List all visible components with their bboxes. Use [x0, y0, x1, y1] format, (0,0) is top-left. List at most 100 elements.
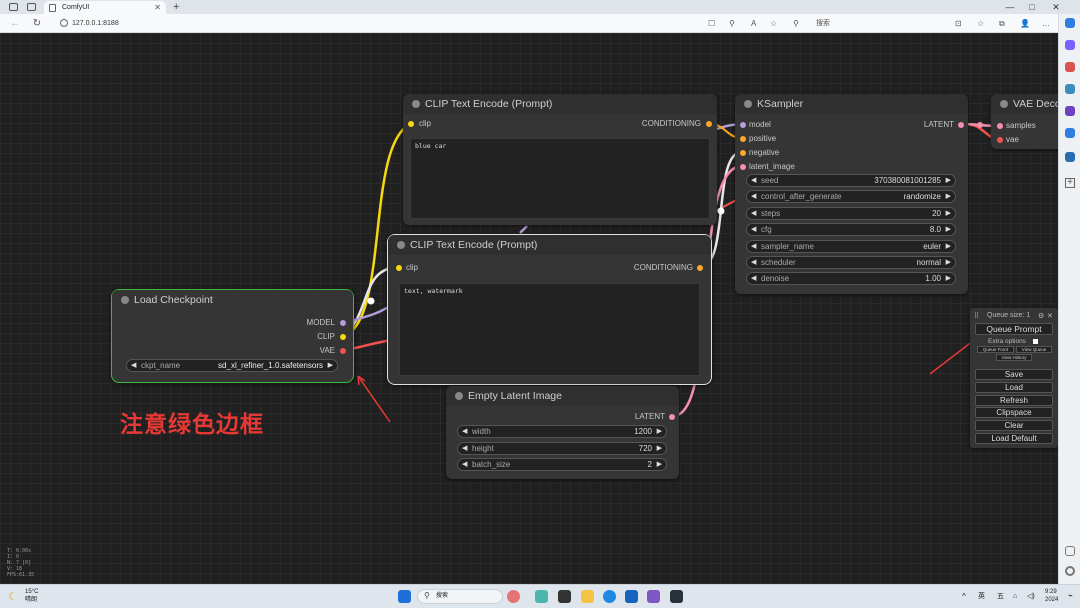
- output-slot-conditioning[interactable]: [706, 121, 712, 127]
- node-title-bar[interactable]: VAE Deco: [991, 94, 1058, 114]
- more-menu-icon[interactable]: …: [1042, 17, 1050, 30]
- collapse-dot[interactable]: [1000, 100, 1008, 108]
- favorite-star-icon[interactable]: ☆: [770, 17, 777, 30]
- person-icon[interactable]: [1065, 84, 1075, 94]
- output-slot-latent[interactable]: [958, 122, 964, 128]
- clock-time[interactable]: 9:29: [1045, 589, 1057, 596]
- app-icon[interactable]: [647, 590, 660, 603]
- close-panel-icon[interactable]: ✕: [1047, 312, 1053, 320]
- address-bar[interactable]: 127.0.0.1:8188: [72, 18, 119, 29]
- output-slot-model[interactable]: [340, 320, 346, 326]
- node-empty-latent-image[interactable]: Empty Latent Image LATENT ◀ width 1200 ▶…: [446, 386, 679, 479]
- profile-icon[interactable]: [9, 3, 18, 11]
- clear-button[interactable]: Clear: [975, 420, 1053, 431]
- output-slot-latent[interactable]: [669, 414, 675, 420]
- widgets-icon[interactable]: [507, 590, 520, 603]
- widget-ckpt-name[interactable]: ◀ ckpt_name sd_xl_refiner_1.0.safetensor…: [126, 359, 338, 372]
- drag-handle-icon[interactable]: ⠿: [974, 312, 979, 320]
- search-icon[interactable]: ⚲: [793, 17, 799, 30]
- node-vae-decode[interactable]: VAE Deco samples vae: [991, 94, 1058, 149]
- arrow-left-icon[interactable]: ◀: [751, 241, 756, 252]
- favorites-icon[interactable]: ☆: [977, 17, 984, 30]
- arrow-right-icon[interactable]: ▶: [328, 360, 333, 371]
- arrow-right-icon[interactable]: ▶: [946, 257, 951, 268]
- clipspace-button[interactable]: Clipspace: [975, 407, 1053, 418]
- tag-icon[interactable]: [1065, 40, 1075, 50]
- sidebar-settings-icon[interactable]: [1065, 566, 1075, 576]
- arrow-right-icon[interactable]: ▶: [946, 273, 951, 284]
- node-clip-text-negative[interactable]: CLIP Text Encode (Prompt) clip CONDITION…: [387, 234, 712, 385]
- close-window-button[interactable]: ✕: [1046, 0, 1066, 14]
- input-slot-negative[interactable]: [740, 150, 746, 156]
- view-history-button[interactable]: View History: [996, 354, 1032, 361]
- store-icon[interactable]: [625, 590, 638, 603]
- widget-height[interactable]: ◀ height 720 ▶: [457, 442, 667, 455]
- save-button[interactable]: Save: [975, 369, 1053, 380]
- copilot-taskbar-icon[interactable]: [535, 590, 548, 603]
- arrow-right-icon[interactable]: ▶: [657, 443, 662, 454]
- edge-icon[interactable]: [603, 590, 616, 603]
- zoom-icon[interactable]: ⚲: [729, 17, 735, 30]
- tray-chevron-icon[interactable]: ^: [962, 593, 966, 601]
- settings-gear-icon[interactable]: ⚙: [1038, 312, 1044, 320]
- widget-batch-size[interactable]: ◀ batch_size 2 ▶: [457, 458, 667, 471]
- back-button[interactable]: ←: [8, 14, 22, 33]
- arrow-right-icon[interactable]: ▶: [946, 208, 951, 219]
- output-slot-vae[interactable]: [340, 348, 346, 354]
- node-ksampler[interactable]: KSampler model positive negative latent_…: [735, 94, 968, 294]
- text-size-icon[interactable]: A: [751, 17, 756, 30]
- widget-width[interactable]: ◀ width 1200 ▶: [457, 425, 667, 438]
- office-icon[interactable]: [1065, 106, 1075, 116]
- widget-cfg[interactable]: ◀ cfg 8.0 ▶: [746, 223, 956, 236]
- windows-start-icon[interactable]: [398, 590, 411, 603]
- input-slot-vae[interactable]: [997, 137, 1003, 143]
- browser-tab-comfyui[interactable]: ComfyUI ✕: [44, 1, 166, 14]
- read-aloud-icon[interactable]: ☐: [708, 17, 715, 30]
- collapse-dot[interactable]: [121, 296, 129, 304]
- ime-lang[interactable]: 英: [978, 593, 985, 600]
- refresh-button[interactable]: ↻: [30, 14, 44, 33]
- queue-front-button[interactable]: Queue Front: [977, 346, 1014, 353]
- collapse-dot[interactable]: [397, 241, 405, 249]
- arrow-right-icon[interactable]: ▶: [657, 426, 662, 437]
- arrow-right-icon[interactable]: ▶: [946, 191, 951, 202]
- add-sidebar-icon[interactable]: +: [1065, 178, 1075, 188]
- load-default-button[interactable]: Load Default: [975, 433, 1053, 444]
- arrow-right-icon[interactable]: ▶: [657, 459, 662, 470]
- arrow-left-icon[interactable]: ◀: [462, 443, 467, 454]
- word-icon[interactable]: [1065, 152, 1075, 162]
- toolbox-icon[interactable]: [1065, 62, 1075, 72]
- prompt-textarea-positive[interactable]: blue car: [410, 138, 710, 219]
- widget-denoise[interactable]: ◀ denoise 1.00 ▶: [746, 272, 956, 285]
- sidebar-layout-icon[interactable]: [1065, 546, 1075, 556]
- split-screen-icon[interactable]: ⊡: [955, 17, 962, 30]
- node-clip-text-positive[interactable]: CLIP Text Encode (Prompt) clip CONDITION…: [403, 94, 717, 225]
- input-slot-clip[interactable]: [396, 265, 402, 271]
- output-slot-conditioning[interactable]: [697, 265, 703, 271]
- widget-scheduler[interactable]: ◀ scheduler normal ▶: [746, 256, 956, 269]
- queue-prompt-button[interactable]: Queue Prompt: [975, 323, 1053, 335]
- notification-bell-icon[interactable]: ⌁: [1068, 592, 1073, 600]
- extra-options-checkbox[interactable]: [1033, 339, 1038, 344]
- clock-date[interactable]: 2024: [1045, 597, 1058, 604]
- refresh-button[interactable]: Refresh: [975, 395, 1053, 406]
- new-tab-button[interactable]: +: [173, 0, 179, 14]
- input-slot-clip[interactable]: [408, 121, 414, 127]
- arrow-left-icon[interactable]: ◀: [462, 459, 467, 470]
- load-button[interactable]: Load: [975, 382, 1053, 393]
- search-box-label[interactable]: 搜索: [816, 18, 830, 29]
- arrow-left-icon[interactable]: ◀: [751, 175, 756, 186]
- weather-temp[interactable]: 15°C: [25, 589, 38, 596]
- account-icon[interactable]: 👤: [1020, 17, 1030, 30]
- input-slot-positive[interactable]: [740, 136, 746, 142]
- comfyui-canvas[interactable]: Load Checkpoint MODEL CLIP VAE ◀ ckpt_na…: [0, 33, 1058, 584]
- widget-steps[interactable]: ◀ steps 20 ▶: [746, 207, 956, 220]
- collapse-dot[interactable]: [455, 392, 463, 400]
- output-slot-clip[interactable]: [340, 334, 346, 340]
- arrow-left-icon[interactable]: ◀: [751, 191, 756, 202]
- prompt-textarea-negative[interactable]: text, watermark: [399, 283, 700, 376]
- arrow-right-icon[interactable]: ▶: [946, 241, 951, 252]
- terminal-icon[interactable]: [670, 590, 683, 603]
- reroute-dot-cond[interactable]: [717, 207, 725, 215]
- input-slot-samples[interactable]: [997, 123, 1003, 129]
